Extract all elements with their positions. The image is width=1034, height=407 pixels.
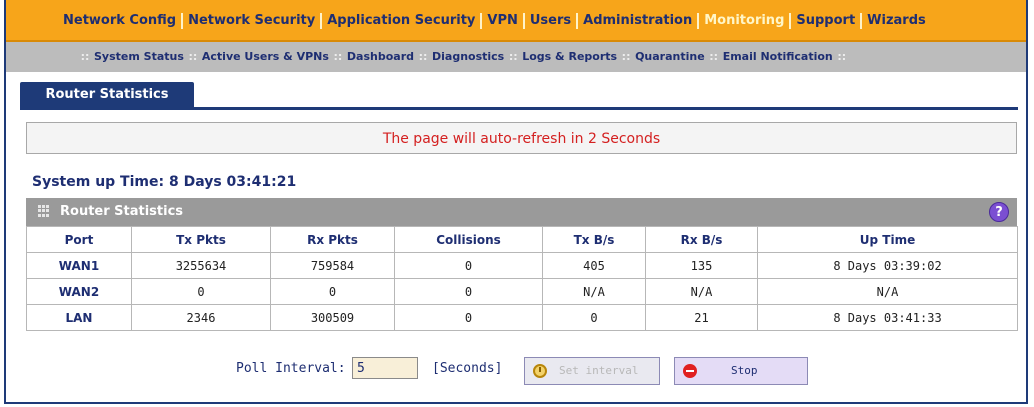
separator-icon: :: (837, 50, 847, 63)
tx-bs-cell: 405 (542, 252, 646, 279)
rx-pkts-cell: 759584 (270, 252, 395, 279)
seconds-unit-label: [Seconds] (432, 361, 503, 376)
main-navigation: Network Config Network Security Applicat… (6, 0, 1026, 42)
column-header-rx-pkts: Rx Pkts (270, 226, 395, 253)
nav-vpn[interactable]: VPN (482, 13, 525, 29)
collisions-cell: 0 (394, 278, 543, 305)
clock-icon (533, 364, 547, 378)
nav-application-security[interactable]: Application Security (322, 13, 483, 29)
separator-icon: :: (333, 50, 343, 63)
column-header-tx-bs: Tx B/s (542, 226, 646, 253)
table-header-row: Port Tx Pkts Rx Pkts Collisions Tx B/s R… (26, 226, 1018, 253)
subnav-email-notification[interactable]: Email Notification (723, 50, 833, 63)
nav-wizards[interactable]: Wizards (862, 13, 931, 29)
up-time-cell: 8 Days 03:41:33 (757, 304, 1018, 331)
auto-refresh-message: The page will auto-refresh in 2 Seconds (26, 122, 1017, 154)
separator-icon: :: (508, 50, 518, 63)
stop-icon (683, 364, 697, 378)
separator-icon: :: (188, 50, 198, 63)
subnav-quarantine[interactable]: Quarantine (635, 50, 705, 63)
column-header-rx-bs: Rx B/s (645, 226, 758, 253)
rx-pkts-cell: 0 (270, 278, 395, 305)
rx-pkts-cell: 300509 (270, 304, 395, 331)
router-statistics-header: Router Statistics ? (26, 198, 1017, 226)
help-icon[interactable]: ? (989, 202, 1009, 222)
system-uptime: System up Time: 8 Days 03:41:21 (32, 174, 297, 190)
nav-administration[interactable]: Administration (578, 13, 700, 29)
port-cell: WAN2 (26, 278, 132, 305)
separator-icon: :: (418, 50, 428, 63)
poll-interval-label: Poll Interval: (236, 361, 346, 376)
tx-pkts-cell: 2346 (131, 304, 271, 331)
stop-button[interactable]: Stop (674, 357, 808, 385)
nav-network-config[interactable]: Network Config (58, 13, 184, 29)
tab-underline (20, 107, 1018, 110)
port-cell: WAN1 (26, 252, 132, 279)
rx-bs-cell: 21 (645, 304, 758, 331)
subnav-active-users-vpns[interactable]: Active Users & VPNs (202, 50, 329, 63)
table-row: LAN 2346 300509 0 0 21 8 Days 03:41:33 (26, 304, 1018, 331)
tx-pkts-cell: 3255634 (131, 252, 271, 279)
tx-bs-cell: 0 (542, 304, 646, 331)
set-interval-button[interactable]: Set interval (524, 357, 660, 385)
column-header-port: Port (26, 226, 132, 253)
up-time-cell: 8 Days 03:39:02 (757, 252, 1018, 279)
section-title: Router Statistics (60, 204, 184, 219)
nav-monitoring[interactable]: Monitoring (699, 13, 792, 29)
separator-icon: :: (621, 50, 631, 63)
port-cell: LAN (26, 304, 132, 331)
stop-label: Stop (731, 364, 758, 377)
table-row: WAN1 3255634 759584 0 405 135 8 Days 03:… (26, 252, 1018, 279)
page-frame: Network Config Network Security Applicat… (4, 0, 1028, 404)
nav-support[interactable]: Support (791, 13, 863, 29)
sub-navigation: :: System Status :: Active Users & VPNs ::… (6, 42, 1026, 72)
nav-users[interactable]: Users (525, 13, 579, 29)
collisions-cell: 0 (394, 252, 543, 279)
tx-bs-cell: N/A (542, 278, 646, 305)
router-statistics-table: Port Tx Pkts Rx Pkts Collisions Tx B/s R… (26, 226, 1018, 331)
up-time-cell: N/A (757, 278, 1018, 305)
column-header-tx-pkts: Tx Pkts (131, 226, 271, 253)
subnav-logs-reports[interactable]: Logs & Reports (522, 50, 617, 63)
subnav-dashboard[interactable]: Dashboard (347, 50, 414, 63)
column-header-up-time: Up Time (757, 226, 1018, 253)
rx-bs-cell: N/A (645, 278, 758, 305)
set-interval-label: Set interval (559, 364, 639, 377)
tx-pkts-cell: 0 (131, 278, 271, 305)
grid-icon (38, 205, 50, 217)
collisions-cell: 0 (394, 304, 543, 331)
table-row: WAN2 0 0 0 N/A N/A N/A (26, 278, 1018, 305)
poll-interval-input[interactable] (352, 357, 418, 379)
separator-icon: :: (80, 50, 90, 63)
subnav-diagnostics[interactable]: Diagnostics (432, 50, 504, 63)
tab-router-statistics[interactable]: Router Statistics (20, 82, 194, 108)
subnav-system-status[interactable]: System Status (94, 50, 184, 63)
nav-network-security[interactable]: Network Security (183, 13, 323, 29)
column-header-collisions: Collisions (394, 226, 543, 253)
separator-icon: :: (709, 50, 719, 63)
rx-bs-cell: 135 (645, 252, 758, 279)
